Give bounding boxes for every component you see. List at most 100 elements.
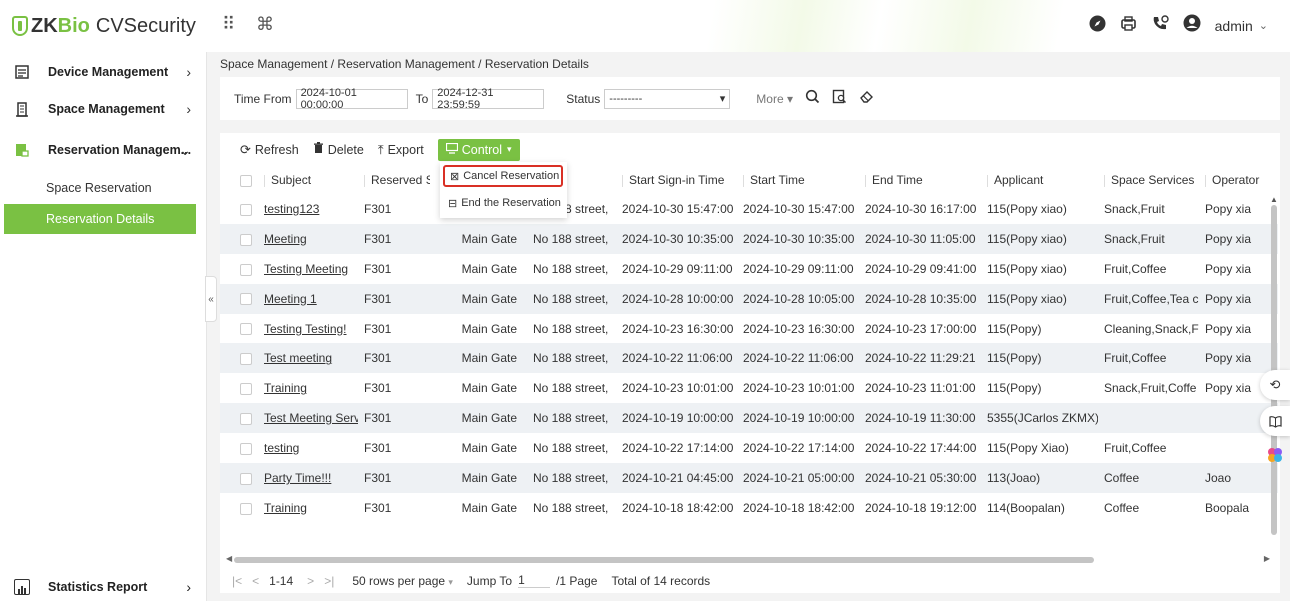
cell-subject[interactable]: testing — [258, 433, 358, 463]
column-header-end-time[interactable]: End Time — [859, 166, 981, 194]
table-row[interactable]: testing123F301Main GateNo 188 street,202… — [220, 194, 1278, 224]
checkbox[interactable] — [240, 174, 252, 187]
checkbox[interactable] — [240, 353, 252, 366]
cell-services: Snack,Fruit — [1104, 231, 1165, 246]
row-checkbox-cell[interactable] — [220, 284, 258, 314]
sidebar-item-reservation-management[interactable]: Reservation Managem... ⌄ — [0, 130, 207, 170]
advanced-search-icon[interactable] — [832, 89, 847, 108]
support-icon[interactable] — [1151, 14, 1169, 37]
sidebar-item-space-management[interactable]: Space Management › — [0, 89, 207, 129]
table-row[interactable]: Test meeting F301 Main Gate No 188 street, 2… — [220, 343, 1278, 374]
next-page-icon[interactable]: > — [307, 574, 314, 588]
column-header-reserved-space[interactable]: Reserved S — [358, 166, 430, 194]
row-checkbox-cell[interactable] — [220, 463, 258, 493]
cell-subject[interactable]: Meeting 1 — [258, 284, 358, 314]
checkbox[interactable] — [240, 233, 252, 246]
column-header-space-services[interactable]: Space Services — [1098, 166, 1199, 194]
cell-subject[interactable]: testing123 — [258, 194, 358, 224]
select-all-checkbox[interactable] — [220, 166, 258, 194]
column-header-start-sign-in-time[interactable]: Start Sign-in Time — [616, 166, 737, 194]
checkbox[interactable] — [240, 383, 252, 396]
row-checkbox-cell[interactable] — [220, 403, 258, 433]
command-icon[interactable]: ⌘ — [256, 14, 274, 35]
search-icon[interactable] — [805, 89, 820, 108]
cell-subject[interactable]: Testing Meeting — [258, 254, 358, 284]
scrollbar-thumb[interactable] — [234, 557, 1094, 563]
checkbox[interactable] — [240, 293, 252, 306]
first-page-icon[interactable]: |< — [232, 574, 242, 588]
row-checkbox-cell[interactable] — [220, 314, 258, 344]
table-row[interactable]: Party Time!!! F301 Main Gate No 188 street,… — [220, 463, 1278, 493]
sidebar-subitem-reservation-details[interactable]: Reservation Details — [4, 204, 196, 234]
last-page-icon[interactable]: >| — [324, 574, 334, 588]
prev-page-icon[interactable]: < — [252, 574, 259, 588]
scroll-left-arrow-icon[interactable]: ◀ — [226, 554, 232, 563]
column-header-start-time[interactable]: Start Time — [737, 166, 859, 194]
scroll-right-arrow-icon[interactable]: ▶ — [1264, 554, 1270, 563]
apps-grid-icon[interactable]: ⠿ — [222, 14, 235, 35]
compass-icon[interactable] — [1089, 15, 1106, 37]
app-download-icon[interactable] — [1120, 15, 1137, 37]
time-from-field[interactable]: 2024-10-01 00:00:00 — [295, 87, 408, 111]
jump-to-input[interactable]: 1 — [518, 573, 551, 588]
sidebar-subitem-space-reservation[interactable]: Space Reservation — [0, 173, 196, 203]
checkbox[interactable] — [240, 413, 252, 425]
user-avatar-icon[interactable] — [1183, 14, 1201, 37]
table-row[interactable]: testing F301 Main Gate No 188 street, 2024-1… — [220, 433, 1278, 463]
scroll-up-arrow-icon[interactable]: ▲ — [1270, 195, 1278, 204]
app-logo[interactable]: ZK Bio CVSecurity — [12, 12, 196, 40]
table-row[interactable]: Training F301 Main Gate No 188 street, 2024-… — [220, 373, 1278, 403]
table-row[interactable]: Test Meeting Serv F301 Main Gate No 188 str… — [220, 403, 1278, 434]
cell-subject[interactable]: Test Meeting Serv — [258, 403, 358, 433]
table-row[interactable]: Meeting 1 F301 Main Gate No 188 street, 2024… — [220, 283, 1278, 314]
table-row[interactable]: Testing Meeting F301 Main Gate No 188 stree… — [220, 254, 1278, 284]
time-to-field[interactable]: 2024-12-31 23:59:59 — [432, 87, 545, 111]
user-name[interactable]: admin — [1215, 18, 1253, 34]
row-checkbox-cell[interactable] — [220, 194, 258, 224]
row-checkbox-cell[interactable] — [220, 373, 258, 403]
export-button[interactable]: ⤒ Export — [378, 142, 424, 158]
cell-subject[interactable]: Testing Testing! — [258, 314, 358, 344]
checkbox[interactable] — [240, 472, 252, 485]
shield-logo-icon — [12, 16, 28, 36]
sync-icon[interactable]: ⟲ — [1260, 370, 1290, 400]
column-header-subject[interactable]: Subject — [258, 166, 358, 194]
clear-eraser-icon[interactable] — [859, 89, 874, 108]
table-row[interactable]: Meeting F301 Main Gate No 188 street, 2024-1… — [220, 223, 1278, 254]
rows-per-page-select[interactable]: 50 rows per page ▾ — [352, 574, 453, 588]
column-header-applicant[interactable]: Applicant — [981, 166, 1098, 194]
top-bar: ZK Bio CVSecurity ⠿ ⌘ admin ⌄ — [0, 0, 1290, 52]
row-checkbox-cell[interactable] — [220, 433, 258, 463]
checkbox[interactable] — [240, 203, 252, 216]
cell-subject[interactable]: Party Time!!! — [258, 463, 358, 493]
checkbox[interactable] — [240, 502, 252, 515]
table-row[interactable]: Testing Testing! F301 Main Gate No 188 stre… — [220, 314, 1278, 344]
sidebar-item-statistics-report[interactable]: Statistics Report › — [0, 572, 207, 601]
refresh-button[interactable]: ⟳ Refresh — [240, 142, 299, 158]
book-icon[interactable] — [1260, 406, 1290, 436]
row-checkbox-cell[interactable] — [220, 254, 258, 284]
row-checkbox-cell[interactable] — [220, 493, 258, 523]
status-select[interactable]: --------- ▾ — [604, 88, 731, 109]
horizontal-scrollbar[interactable]: ◀ ▶ — [226, 554, 1270, 564]
cell-subject[interactable]: Meeting — [258, 224, 358, 254]
checkbox[interactable] — [240, 442, 252, 455]
row-checkbox-cell[interactable] — [220, 343, 258, 373]
row-checkbox-cell[interactable] — [220, 224, 258, 254]
table-row[interactable]: Training F301 Main Gate No 188 street, 2024-… — [220, 493, 1278, 523]
column-header-operator[interactable]: Operator — [1199, 166, 1278, 194]
cell-subject[interactable]: Training — [258, 373, 358, 403]
ai-brain-icon[interactable] — [1260, 440, 1290, 470]
cell-subject[interactable]: Test meeting — [258, 343, 358, 373]
control-button[interactable]: Control ▾ — [437, 138, 520, 161]
end-reservation-menu-item[interactable]: ⊟ End the Reservation — [440, 192, 567, 214]
cell-subject[interactable]: Training — [258, 493, 358, 523]
checkbox[interactable] — [240, 263, 252, 276]
sidebar-collapse-button[interactable]: « — [205, 276, 217, 322]
checkbox[interactable] — [240, 323, 252, 336]
delete-button[interactable]: Delete — [313, 142, 364, 157]
cancel-reservation-menu-item[interactable]: ⊠ Cancel Reservation — [443, 165, 563, 187]
chevron-down-icon[interactable]: ⌄ — [1259, 19, 1268, 32]
more-filters-button[interactable]: More ▾ — [756, 92, 793, 106]
sidebar-item-device-management[interactable]: Device Management › — [0, 52, 207, 92]
